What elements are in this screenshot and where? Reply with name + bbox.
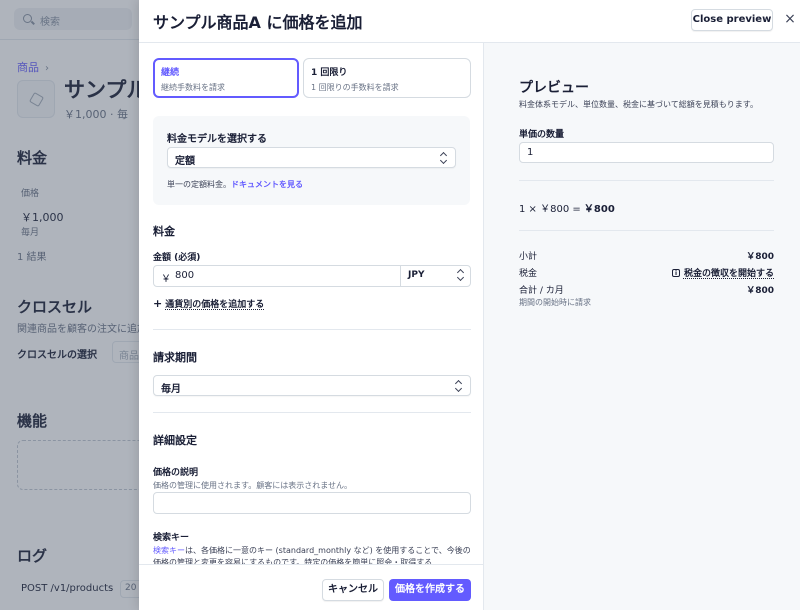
cancel-button[interactable]: キャンセル [322, 579, 384, 601]
preview-title: プレビュー [519, 80, 589, 96]
subtotal-label: 小計 [519, 252, 538, 262]
subtotal-value: ￥800 [746, 252, 774, 262]
advanced-settings-heading: 詳細設定 [153, 434, 197, 447]
unit-quantity-label: 単価の数量 [519, 130, 565, 140]
price-description-input[interactable] [153, 492, 471, 514]
total-note: 期間の開始時に請求 [519, 298, 591, 307]
lookup-key-link[interactable]: 検索キー [153, 546, 185, 555]
tax-row: 税金 i 税金の徴収を開始する [519, 266, 774, 280]
add-currency-label: 通貨別の価格を追加する [165, 300, 265, 310]
pricing-model-value: 定額 [175, 156, 195, 167]
divider [519, 180, 774, 181]
currency-symbol: ￥ [161, 274, 171, 285]
price-heading: 料金 [153, 225, 175, 238]
divider [519, 230, 774, 231]
close-preview-button[interactable]: Close preview [691, 9, 773, 31]
billing-period-select[interactable]: 毎月 [153, 375, 471, 396]
price-form: 継続 継続手数料を請求 1 回限り 1 回限りの手数料を請求 料金モデルを選択す… [139, 43, 483, 610]
price-calculation: 1 × ￥800 = ￥800 [519, 200, 615, 215]
close-icon[interactable]: × [783, 11, 797, 27]
chevron-updown-icon [440, 151, 448, 164]
total-label: 合計 / カ月 [519, 286, 564, 296]
calculation-formula: 1 × ￥800 = [519, 204, 584, 215]
divider [153, 412, 471, 413]
chevron-updown-icon [457, 268, 465, 281]
currency-select[interactable]: JPY [400, 265, 472, 287]
create-price-button[interactable]: 価格を作成する [389, 579, 471, 601]
price-description-help: 価格の管理に使用されます。顧客には表示されません。 [153, 481, 352, 490]
pricing-model-label: 料金モデルを選択する [167, 134, 267, 145]
amount-field[interactable]: ￥ 800 JPY [153, 265, 471, 287]
amount-input[interactable]: 800 [175, 270, 194, 281]
form-footer: キャンセル 価格を作成する [139, 564, 483, 610]
start-tax-collection-link[interactable]: i 税金の徴収を開始する [671, 266, 774, 279]
docs-link[interactable]: ドキュメントを見る [231, 180, 303, 189]
unit-quantity-input[interactable]: 1 [519, 142, 774, 163]
pricing-type-one-time[interactable]: 1 回限り 1 回限りの手数料を請求 [303, 58, 471, 98]
pricing-type-recurring[interactable]: 継続 継続手数料を請求 [153, 58, 299, 98]
pricing-model-select[interactable]: 定額 [167, 147, 456, 168]
pricing-type-title: 継続 [161, 68, 180, 78]
plus-icon: + [153, 297, 163, 310]
lookup-key-label: 検索キー [153, 533, 190, 543]
pricing-model-box: 料金モデルを選択する 定額 単一の定額料金。ドキュメントを見る [153, 116, 470, 205]
price-description-label: 価格の説明 [153, 468, 199, 478]
pricing-type-desc: 継続手数料を請求 [161, 83, 225, 92]
chevron-updown-icon [455, 379, 463, 392]
currency-value: JPY [408, 270, 425, 280]
start-tax-collection-label: 税金の徴収を開始する [683, 269, 774, 279]
info-icon: i [671, 269, 680, 277]
subtotal-row: 小計 ￥800 [519, 249, 774, 263]
billing-period-heading: 請求期間 [153, 351, 197, 364]
divider [153, 329, 471, 330]
pricing-type-title: 1 回限り [311, 68, 348, 78]
total-value: ￥800 [746, 286, 774, 296]
preview-panel: プレビュー 料金体系モデル、単位数量、税金に基づいて総額を見積もります。 単価の… [483, 43, 800, 610]
pricing-model-help: 単一の定額料金。ドキュメントを見る [167, 179, 303, 190]
billing-period-value: 毎月 [161, 384, 181, 395]
modal-header: サンプル商品A に価格を追加 Close preview × [139, 0, 800, 43]
add-currency-price-button[interactable]: + 通貨別の価格を追加する [153, 297, 264, 310]
preview-subtitle: 料金体系モデル、単位数量、税金に基づいて総額を見積もります。 [519, 100, 758, 109]
tax-label: 税金 [519, 269, 538, 279]
modal-title: サンプル商品A に価格を追加 [153, 13, 363, 32]
pricing-model-help-text: 単一の定額料金。 [167, 180, 231, 189]
add-price-modal: サンプル商品A に価格を追加 Close preview × 継続 継続手数料を… [139, 0, 800, 610]
amount-label: 金額 (必須) [153, 253, 201, 263]
total-row: 合計 / カ月 ￥800 [519, 283, 774, 297]
pricing-type-desc: 1 回限りの手数料を請求 [311, 83, 399, 92]
calculation-result: ￥800 [583, 204, 615, 215]
